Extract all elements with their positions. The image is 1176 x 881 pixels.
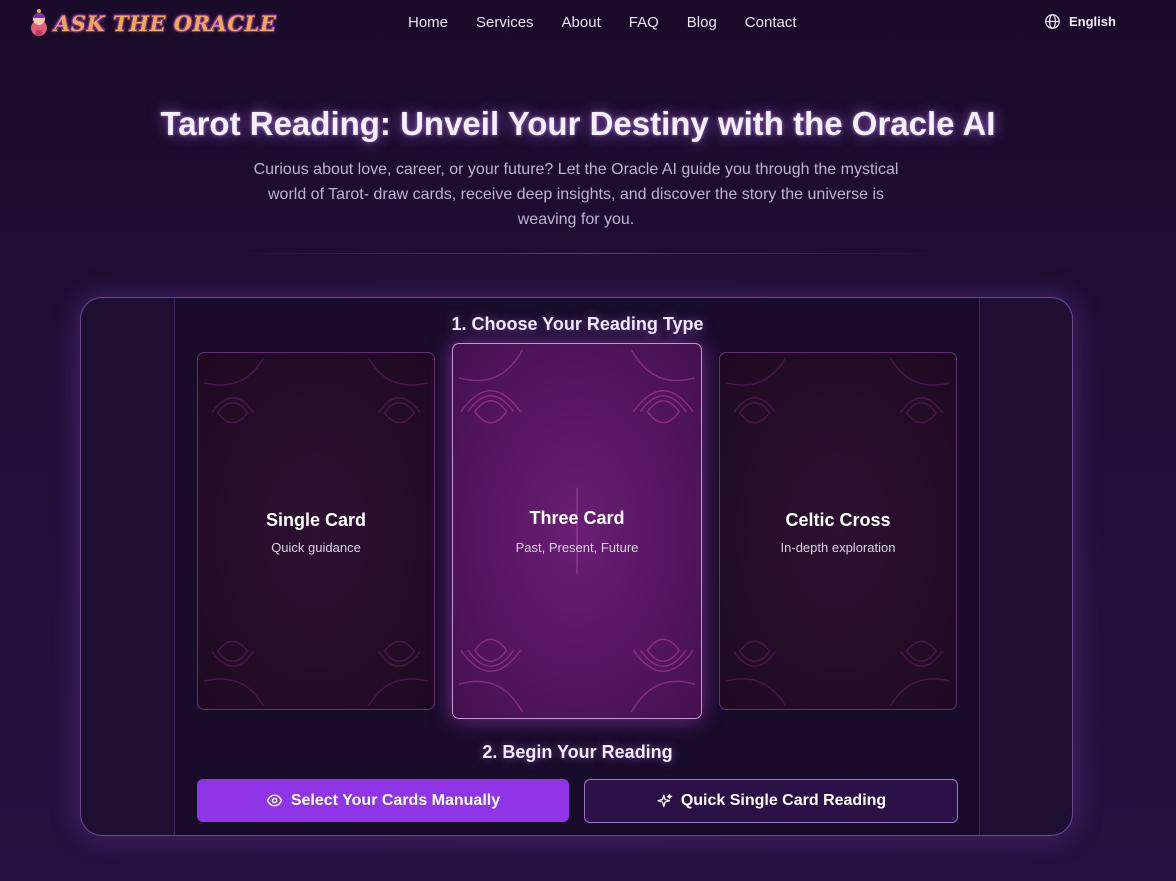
nav-contact[interactable]: Contact: [745, 13, 797, 33]
step2-title: 2. Begin Your Reading: [482, 742, 673, 762]
card-subtitle: Quick guidance: [271, 540, 361, 555]
card-pattern: [458, 349, 696, 713]
oracle-mascot-icon: [31, 9, 47, 36]
card-title: Celtic Cross: [785, 510, 891, 530]
reading-type-celtic-cross[interactable]: Celtic Cross In-depth exploration: [719, 352, 957, 710]
nav-home[interactable]: Home: [408, 13, 448, 33]
logo[interactable]: ASK THE ORACLE: [28, 6, 276, 40]
page: ASK THE ORACLE Home Services About FAQ B…: [0, 0, 1176, 881]
card-title: Single Card: [265, 510, 367, 530]
card-title: Three Card: [529, 508, 625, 528]
main-nav: Home Services About FAQ Blog Contact: [408, 13, 825, 33]
step1-title: 1. Choose Your Reading Type: [451, 314, 704, 334]
reading-panel: 1. Choose Your Reading Type Single Card …: [80, 297, 1073, 836]
sparkle-icon: [657, 793, 673, 807]
nav-services[interactable]: Services: [476, 13, 534, 33]
card-pattern: [203, 357, 429, 707]
language-label: English: [1069, 14, 1116, 29]
card-pattern: [725, 357, 951, 707]
globe-icon: [1045, 14, 1060, 29]
select-cards-manually-button[interactable]: Select Your Cards Manually: [197, 779, 569, 822]
button-label: Select Your Cards Manually: [290, 791, 501, 809]
logo-text: ASK THE ORACLE: [54, 10, 277, 36]
nav-faq[interactable]: FAQ: [629, 13, 659, 33]
card-subtitle: In-depth exploration: [780, 540, 896, 555]
quick-single-card-button[interactable]: Quick Single Card Reading: [584, 779, 958, 823]
card-subtitle: Past, Present, Future: [515, 540, 639, 555]
reading-type-single-card[interactable]: Single Card Quick guidance: [197, 352, 435, 710]
eye-icon: [266, 794, 283, 807]
button-label: Quick Single Card Reading: [680, 792, 887, 809]
nav-about[interactable]: About: [562, 13, 601, 33]
page-subtitle: Curious about love, career, or your futu…: [253, 161, 899, 228]
reading-type-three-card[interactable]: Three Card Past, Present, Future: [452, 343, 702, 719]
divider: [232, 253, 944, 254]
site-header: ASK THE ORACLE Home Services About FAQ B…: [0, 0, 1176, 46]
nav-blog[interactable]: Blog: [687, 13, 717, 33]
language-selector[interactable]: English: [1044, 13, 1116, 30]
page-title: Tarot Reading: Unveil Your Destiny with …: [160, 105, 996, 142]
